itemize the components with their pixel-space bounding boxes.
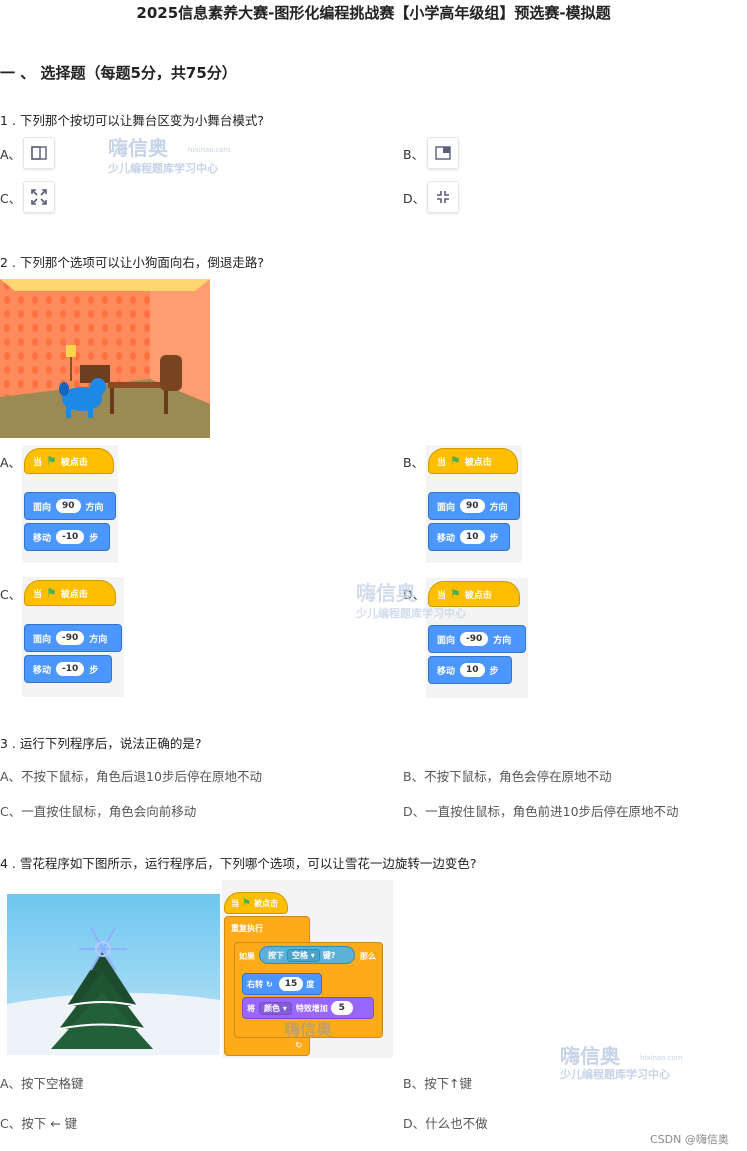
snowflake-tree-stage-image [7,894,220,1055]
green-flag-icon: ⚑ [46,586,57,600]
when-flag-clicked-block: 当 ⚑ 被点击 [24,448,114,474]
question-4-stem: 4 . 雪花程序如下图所示，运行程序后，下列哪个选项，可以让雪花一边旋转一边变色… [0,856,477,871]
point-in-direction-block: 面向 90 方向 [428,492,520,520]
point-in-direction-block: 面向 -90 方向 [24,624,122,652]
watermark-brand-2: 嗨信奥 [356,581,416,605]
move-steps-block: 移动 10 步 [428,656,512,684]
key-pressed-sensing-block: 按下 空格 ▾ 键? [259,946,355,964]
exit-fullscreen-icon [427,181,459,213]
point-in-direction-block: 面向 90 方向 [24,492,116,520]
loop-arrow-icon: ↻ [295,1041,303,1051]
q4-option-a: A、按下空格键 [0,1076,84,1091]
move-steps-block: 移动 -10 步 [24,523,110,551]
watermark-slogan-1: 少儿编程题库学习中心 [108,162,218,175]
move-steps-block: 移动 10 步 [428,523,510,551]
q1-option-c-letter: C、 [0,191,22,206]
fullscreen-icon [23,181,55,213]
when-flag-clicked-block: 当 ⚑ 被点击 [24,580,116,606]
q3-option-c: C、一直按住鼠标，角色会向前移动 [0,804,197,819]
q4-option-b: B、按下↑键 [403,1076,473,1091]
turn-right-block: 右转 ↻ 15 度 [242,973,322,995]
key-dropdown: 空格 ▾ [287,948,320,962]
q2-option-c-letter: C、 [0,587,22,602]
rotate-clockwise-icon: ↻ [266,979,273,989]
section-heading: 一 、 选择题（每题5分，共75分） [0,64,237,82]
green-flag-icon: ⚑ [242,897,251,909]
watermark-slogan-4: 少儿编程题库学习中心 [560,1068,670,1081]
move-steps-block: 移动 -10 步 [24,655,112,683]
when-flag-clicked-block: 当 ⚑ 被点击 [428,448,518,474]
point-in-direction-block: 面向 -90 方向 [428,625,526,653]
watermark-site-4: hixinao.com [640,1054,683,1062]
stage-scene-image [0,279,210,438]
q2-option-a-code: 当 ⚑ 被点击 面向 90 方向 移动 -10 步 [22,445,118,563]
green-flag-icon: ⚑ [450,454,461,468]
green-flag-icon: ⚑ [450,587,461,601]
question-2-stem: 2 . 下列那个选项可以让小狗面向右，倒退走路? [0,255,265,270]
normal-stage-mode-icon [427,137,459,169]
question-1-stem: 1 . 下列那个按切可以让舞台区变为小舞台模式? [0,113,265,128]
q1-option-a-letter: A、 [0,147,22,162]
q1-option-d-letter: D、 [403,191,426,206]
q2-option-a-letter: A、 [0,455,22,470]
q4-option-c: C、按下 ← 键 [0,1116,78,1131]
q3-option-a: A、不按下鼠标，角色后退10步后停在原地不动 [0,769,262,784]
effect-dropdown: 颜色 ▾ [259,1001,292,1015]
question-3-stem: 3 . 运行下列程序后，说法正确的是? [0,736,202,751]
q2-option-d-code: 当 ⚑ 被点击 面向 -90 方向 移动 10 步 [426,578,528,698]
watermark-slogan-2: 少儿编程题库学习中心 [356,607,466,620]
watermark-brand-1: 嗨信奥 [108,136,168,160]
small-stage-mode-icon [23,137,55,169]
when-flag-clicked-block: 当 ⚑ 被点击 [428,581,520,607]
q2-option-b-code: 当 ⚑ 被点击 面向 90 方向 移动 10 步 [426,445,522,563]
watermark-site-1: hixinao.com [188,146,231,154]
when-flag-clicked-block: 当 ⚑ 被点击 [224,892,288,914]
q1-option-b-letter: B、 [403,147,425,162]
q2-option-b-letter: B、 [403,455,425,470]
footer-credit: CSDN @嗨信奥 [650,1133,729,1146]
watermark-brand-3: 嗨信奥 [284,1020,333,1039]
watermark-brand-4: 嗨信奥 [560,1044,620,1068]
q3-option-b: B、不按下鼠标，角色会停在原地不动 [403,769,612,784]
green-flag-icon: ⚑ [46,454,57,468]
q2-option-c-code: 当 ⚑ 被点击 面向 -90 方向 移动 -10 步 [22,577,124,697]
page-title: 2025信息素养大赛-图形化编程挑战赛【小学高年级组】预选赛-模拟题 [136,4,611,22]
q4-option-d: D、什么也不做 [403,1116,488,1131]
q3-option-d: D、一直按住鼠标，角色前进10步后停在原地不动 [403,804,679,819]
